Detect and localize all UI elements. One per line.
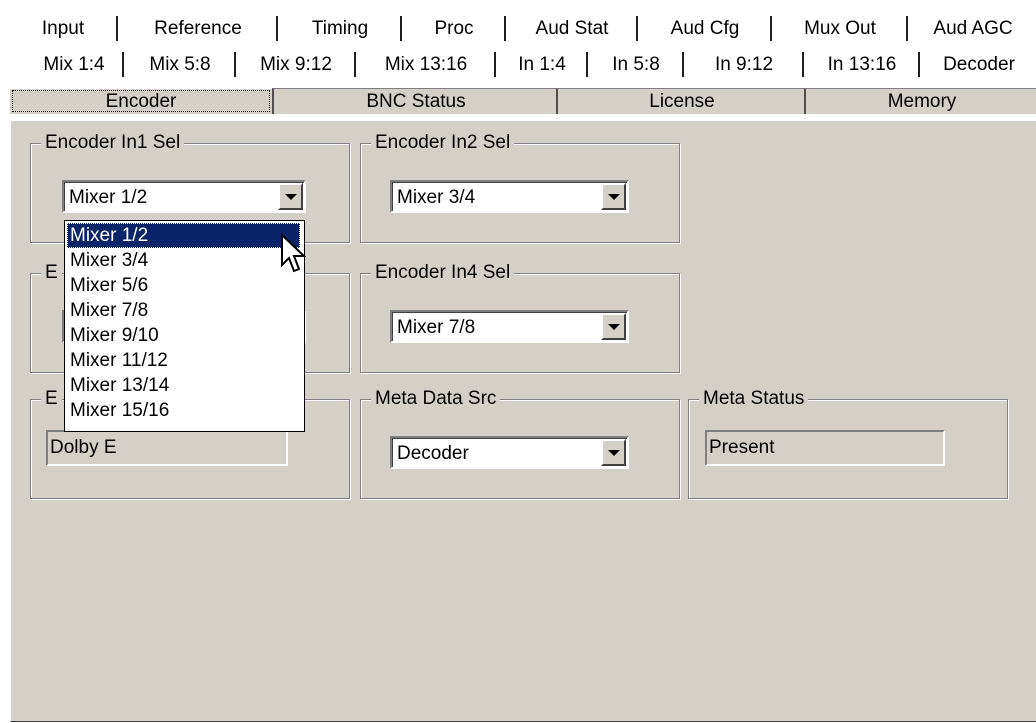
tab-mix-5-8[interactable]: Mix 5:8	[122, 52, 236, 77]
tab-aud-stat[interactable]: Aud Stat	[504, 16, 638, 41]
encoder-in2-dropdown-button[interactable]	[601, 183, 626, 210]
tab-row-1: Input Reference Timing Proc Aud Stat Aud…	[10, 16, 1036, 41]
meta-data-src-label: Meta Data Src	[371, 388, 501, 410]
meta-status-value: Present	[709, 437, 775, 458]
tab-aud-agc[interactable]: Aud AGC	[906, 16, 1036, 41]
chevron-down-icon	[608, 324, 620, 330]
encoder-type-label: E	[41, 388, 62, 410]
tab-bnc-status[interactable]: BNC Status	[272, 88, 558, 114]
tab-input[interactable]: Input	[10, 16, 116, 41]
tab-reference[interactable]: Reference	[116, 16, 278, 41]
meta-status-display: Present	[705, 430, 945, 466]
chevron-down-icon	[608, 194, 620, 200]
encoder-in1-value: Mixer 1/2	[69, 187, 148, 208]
chevron-down-icon	[285, 194, 297, 200]
mouse-pointer-icon	[281, 233, 306, 273]
dropdown-option-mixer-11-12[interactable]: Mixer 11/12	[67, 348, 300, 373]
group-encoder-in2-sel: Encoder In2 Sel Mixer 3/4	[360, 132, 680, 243]
tab-license[interactable]: License	[556, 88, 806, 114]
tab-mix-1-4[interactable]: Mix 1:4	[26, 52, 122, 77]
tab-row-3: Encoder BNC Status License Memory	[10, 88, 1036, 114]
tab-timing[interactable]: Timing	[276, 16, 402, 41]
meta-status-label: Meta Status	[699, 388, 809, 410]
encoder-in1-dropdown-button[interactable]	[278, 183, 303, 210]
encoder-in2-value: Mixer 3/4	[397, 187, 476, 208]
meta-data-src-dropdown-button[interactable]	[601, 439, 626, 466]
dropdown-option-mixer-15-16[interactable]: Mixer 15/16	[67, 398, 300, 423]
encoder-in4-select[interactable]: Mixer 7/8	[390, 310, 629, 343]
tab-aud-cfg[interactable]: Aud Cfg	[636, 16, 772, 41]
dropdown-option-mixer-7-8[interactable]: Mixer 7/8	[67, 298, 300, 323]
dropdown-option-mixer-5-6[interactable]: Mixer 5/6	[67, 273, 300, 298]
tab-in-5-8[interactable]: In 5:8	[586, 52, 684, 77]
tab-decoder[interactable]: Decoder	[918, 52, 1036, 77]
encoder-in4-value: Mixer 7/8	[397, 317, 476, 338]
dropdown-option-mixer-13-14[interactable]: Mixer 13/14	[67, 373, 300, 398]
encoder-in4-sel-label: Encoder In4 Sel	[371, 262, 515, 284]
tab-encoder[interactable]: Encoder	[10, 88, 272, 114]
encoder-in2-select[interactable]: Mixer 3/4	[390, 180, 629, 213]
tab-in-1-4[interactable]: In 1:4	[494, 52, 588, 77]
tab-mux-out[interactable]: Mux Out	[770, 16, 908, 41]
dropdown-option-mixer-1-2[interactable]: Mixer 1/2	[67, 223, 300, 248]
tab-memory[interactable]: Memory	[804, 88, 1036, 114]
encoder-in1-dropdown-list[interactable]: Mixer 1/2 Mixer 3/4 Mixer 5/6 Mixer 7/8 …	[64, 220, 305, 432]
tab-in-9-12[interactable]: In 9:12	[682, 52, 804, 77]
encoder-type-display: Dolby E	[46, 430, 288, 466]
chevron-down-icon	[608, 450, 620, 456]
dropdown-option-mixer-9-10[interactable]: Mixer 9/10	[67, 323, 300, 348]
encoder-in2-sel-label: Encoder In2 Sel	[371, 132, 515, 154]
group-meta-status: Meta Status Present	[688, 388, 1008, 499]
tab-mix-9-12[interactable]: Mix 9:12	[234, 52, 356, 77]
tab-row-2: Mix 1:4 Mix 5:8 Mix 9:12 Mix 13:16 In 1:…	[0, 52, 1036, 77]
encoder-in1-sel-label: Encoder In1 Sel	[41, 132, 185, 154]
meta-data-src-value: Decoder	[397, 443, 469, 464]
meta-data-src-select[interactable]: Decoder	[390, 436, 629, 469]
group-meta-data-src: Meta Data Src Decoder	[360, 388, 680, 499]
encoder-type-value: Dolby E	[50, 437, 117, 458]
encoder-in4-dropdown-button[interactable]	[601, 313, 626, 340]
dropdown-option-mixer-3-4[interactable]: Mixer 3/4	[67, 248, 300, 273]
tab-in-13-16[interactable]: In 13:16	[802, 52, 920, 77]
group-encoder-in4-sel: Encoder In4 Sel Mixer 7/8	[360, 262, 680, 373]
encoder-in1-select[interactable]: Mixer 1/2	[62, 180, 306, 213]
tab-mix-13-16[interactable]: Mix 13:16	[354, 52, 496, 77]
encoder-in3-sel-label: E	[41, 262, 62, 284]
tab-proc[interactable]: Proc	[400, 16, 506, 41]
